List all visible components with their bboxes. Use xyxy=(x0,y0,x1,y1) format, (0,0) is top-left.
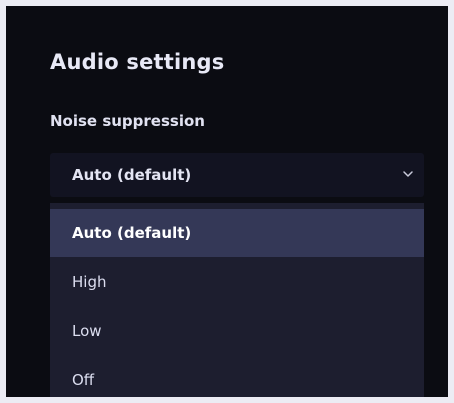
option-auto-default[interactable]: Auto (default) xyxy=(50,209,424,257)
option-off[interactable]: Off xyxy=(50,356,424,397)
chevron-down-icon xyxy=(403,171,413,177)
noise-suppression-options-menu: Auto (default) High Low Off xyxy=(50,203,424,397)
audio-settings-panel: Audio settings Noise suppression Auto (d… xyxy=(6,6,448,397)
option-low[interactable]: Low xyxy=(50,307,424,355)
page-title: Audio settings xyxy=(50,50,225,74)
noise-suppression-dropdown[interactable]: Auto (default) xyxy=(50,153,424,197)
dropdown-selected-value: Auto (default) xyxy=(72,166,192,184)
noise-suppression-label: Noise suppression xyxy=(50,112,205,130)
option-high[interactable]: High xyxy=(50,258,424,306)
